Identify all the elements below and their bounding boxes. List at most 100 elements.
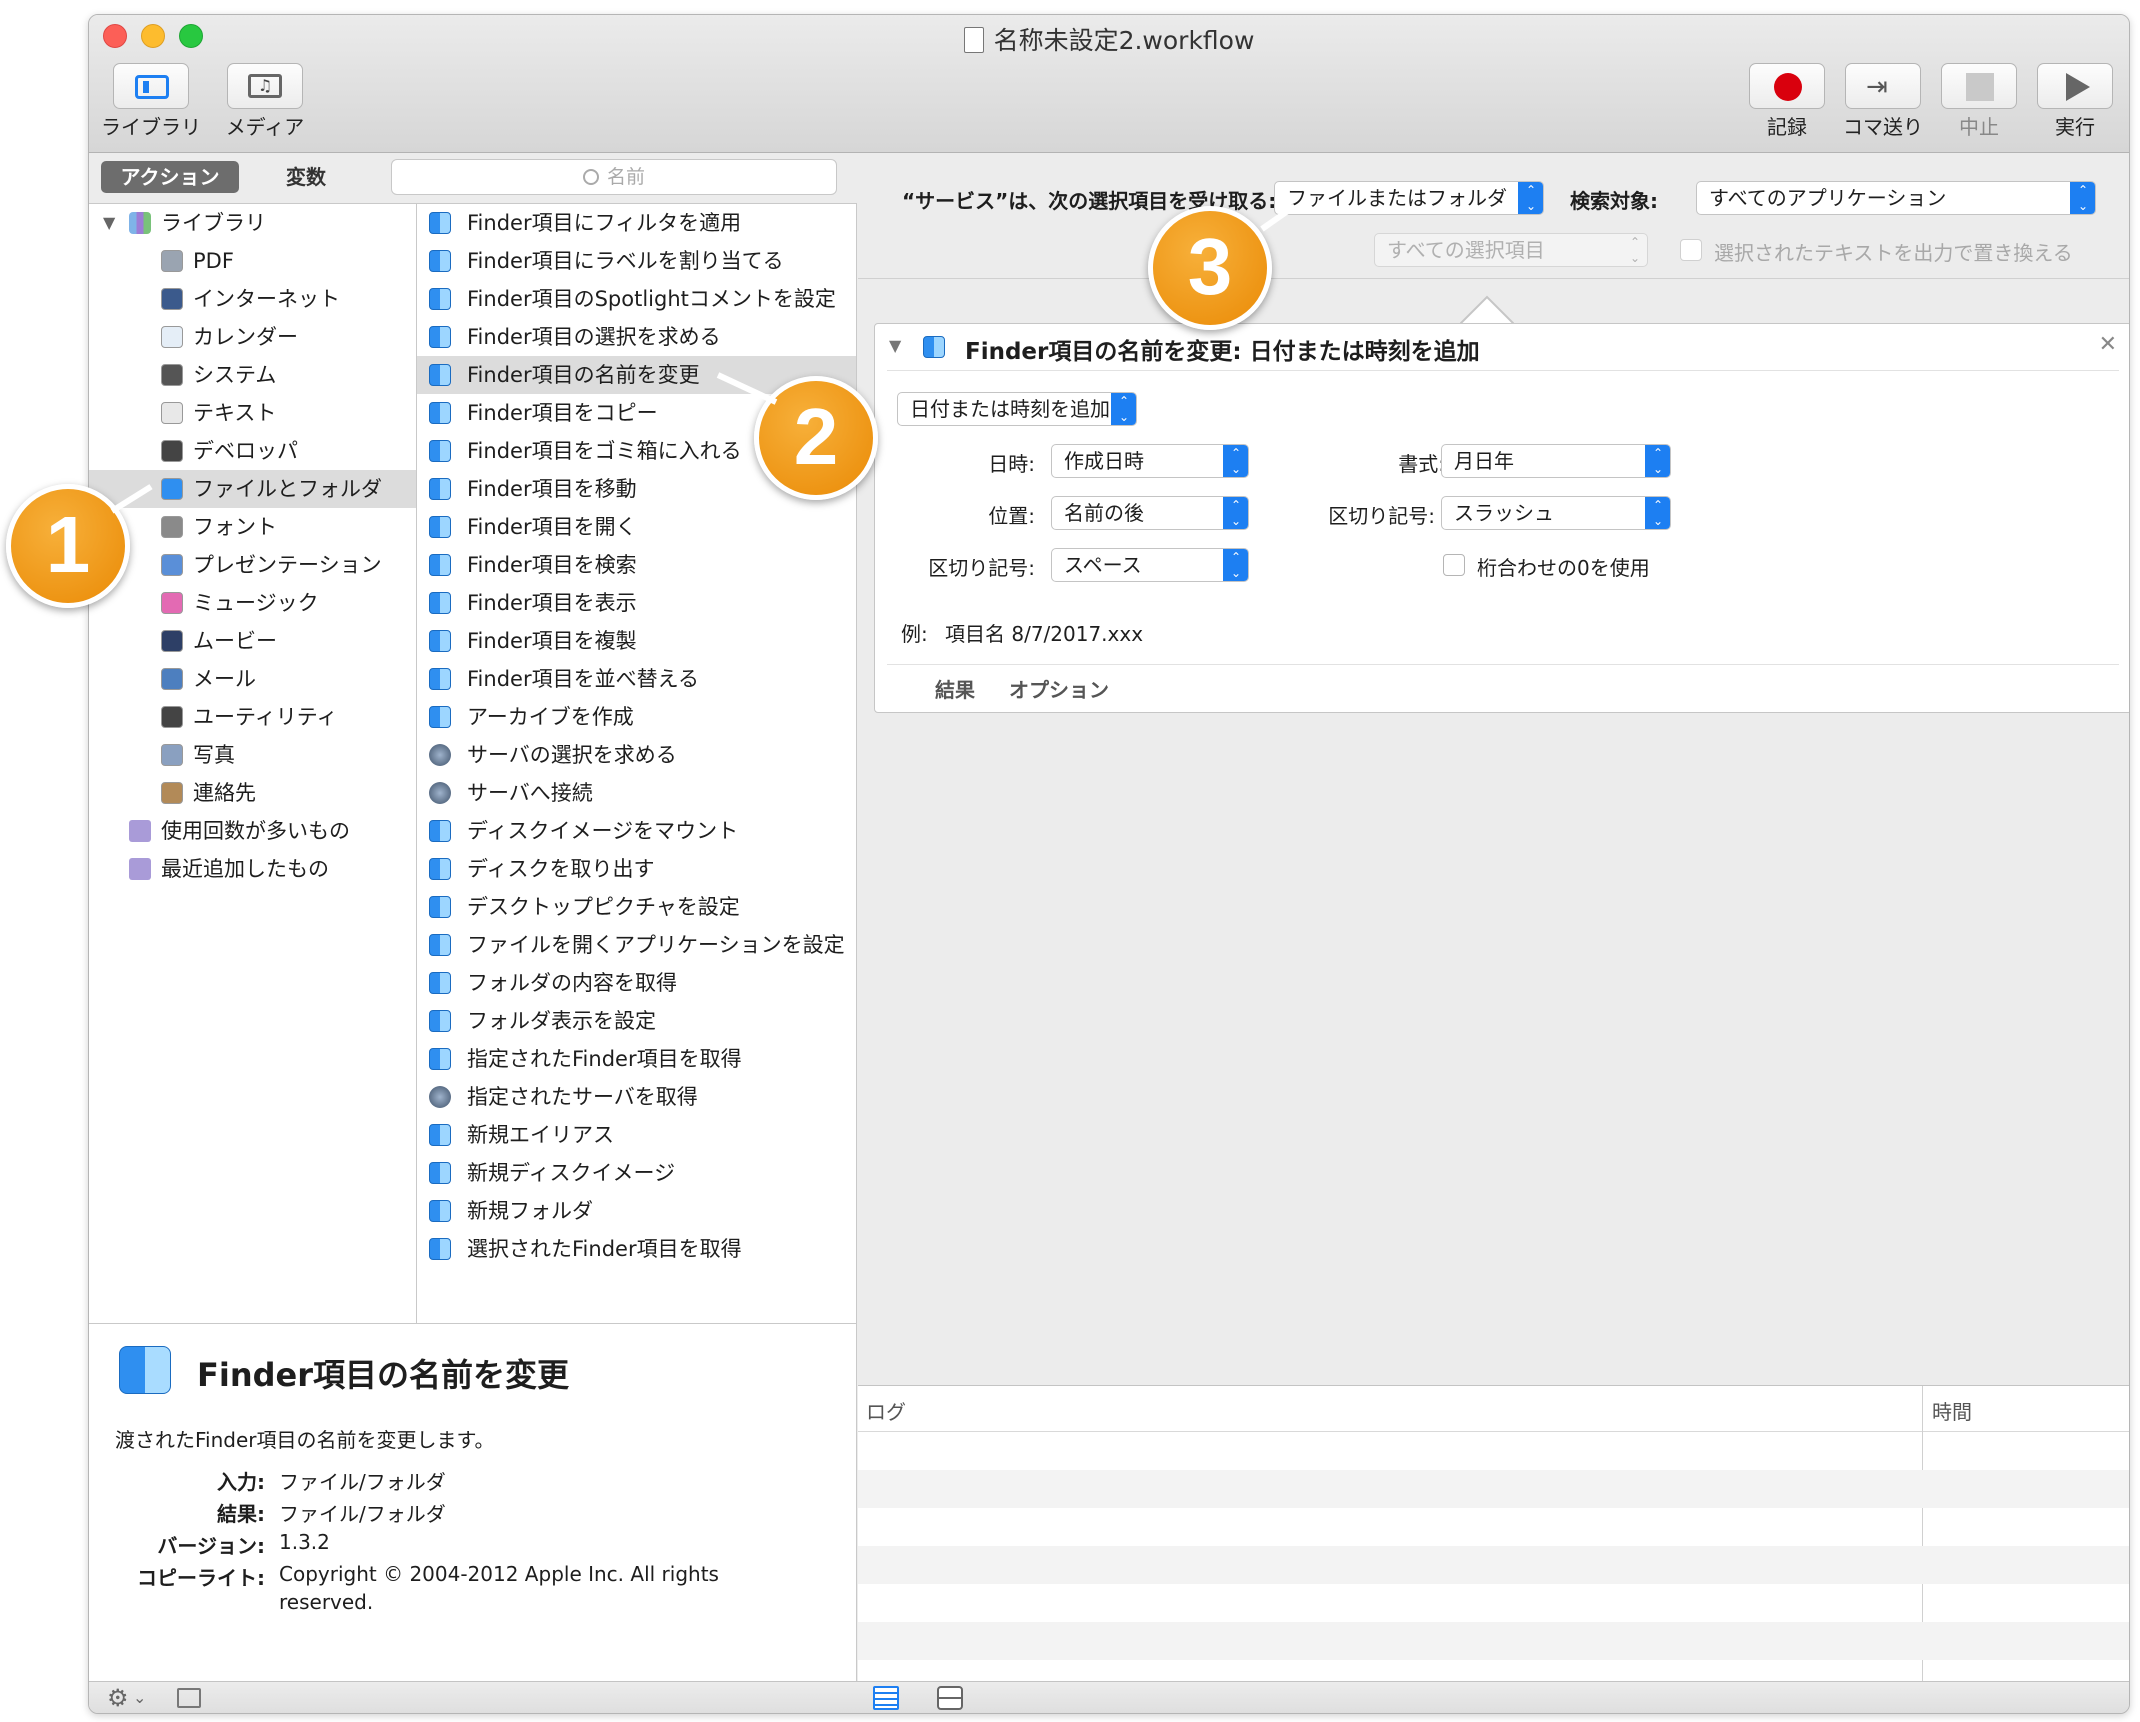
service-application-popup[interactable]: すべてのアプリケーション ⌃ ⌄: [1696, 181, 2096, 215]
library-item[interactable]: ミュージック: [89, 584, 416, 622]
disclosure-triangle-icon: ▼: [103, 213, 116, 232]
action-item[interactable]: フォルダの内容を取得: [417, 964, 856, 1002]
action-item[interactable]: ファイルを開くアプリケーションを設定: [417, 926, 856, 964]
action-item[interactable]: 指定されたサーバを取得: [417, 1078, 856, 1116]
action-item[interactable]: ディスクイメージをマウント: [417, 812, 856, 850]
service-input-popup[interactable]: ファイルまたはフォルダ ⌃ ⌄: [1274, 181, 1544, 215]
action-item[interactable]: 新規ディスクイメージ: [417, 1154, 856, 1192]
library-item[interactable]: フォント: [89, 508, 416, 546]
close-action-icon[interactable]: ✕: [2099, 332, 2117, 357]
position-popup[interactable]: 名前の後 ⌃ ⌄: [1051, 496, 1249, 530]
action-item[interactable]: フォルダ表示を設定: [417, 1002, 856, 1040]
flow-view-icon[interactable]: [937, 1686, 963, 1710]
action-item[interactable]: Finder項目を複製: [417, 622, 856, 660]
library-item[interactable]: PDF: [89, 242, 416, 280]
smart-folder-icon: [129, 858, 151, 880]
finder-icon: [429, 630, 451, 652]
service-input-value: ファイルまたはフォルダ: [1287, 186, 1507, 210]
action-item[interactable]: ディスクを取り出す: [417, 850, 856, 888]
tab-actions[interactable]: アクション: [101, 161, 239, 193]
library-item[interactable]: ムービー: [89, 622, 416, 660]
library-toggle-button[interactable]: [113, 63, 189, 109]
popup-stepper-icon: ⌃ ⌄: [1223, 549, 1248, 581]
date-label: 日時:: [988, 452, 1035, 476]
zero-pad-checkbox[interactable]: [1443, 554, 1465, 576]
movie-icon: [161, 630, 183, 652]
action-item[interactable]: 指定されたFinder項目を取得: [417, 1040, 856, 1078]
library-item[interactable]: システム: [89, 356, 416, 394]
separator-popup[interactable]: スラッシュ ⌃ ⌄: [1441, 496, 1671, 530]
log-column-header[interactable]: ログ: [866, 1396, 906, 1425]
library-item[interactable]: カレンダー: [89, 318, 416, 356]
action-item[interactable]: Finder項目の選択を求める: [417, 318, 856, 356]
selection-popup[interactable]: すべての選択項目 ⌃ ⌄: [1374, 233, 1648, 267]
library-item[interactable]: 写真: [89, 736, 416, 774]
presentation-icon: [161, 554, 183, 576]
contacts-icon: [161, 782, 183, 804]
action-item[interactable]: アーカイブを作成: [417, 698, 856, 736]
library-item-label: インターネット: [193, 287, 340, 311]
action-item[interactable]: Finder項目を並べ替える: [417, 660, 856, 698]
separator2-label: 区切り記号:: [928, 556, 1035, 580]
library-item[interactable]: ファイルとフォルダ: [89, 470, 416, 508]
format-popup[interactable]: 月日年 ⌃ ⌄: [1441, 444, 1671, 478]
action-item[interactable]: サーバの選択を求める: [417, 736, 856, 774]
action-item-label: Finder項目をゴミ箱に入れる: [467, 439, 742, 463]
action-item[interactable]: Finder項目にフィルタを適用: [417, 204, 856, 242]
finder-icon: [429, 516, 451, 538]
library-item-label: フォント: [193, 515, 277, 539]
smart-group-item[interactable]: 使用回数が多いもの: [89, 812, 416, 850]
step-button[interactable]: ⇥: [1845, 63, 1921, 109]
tab-results[interactable]: 結果: [935, 674, 975, 703]
action-item-label: Finder項目を開く: [467, 515, 637, 539]
media-button[interactable]: ♫: [227, 63, 303, 109]
action-item[interactable]: サーバへ接続: [417, 774, 856, 812]
rename-mode-popup[interactable]: 日付または時刻を追加 ⌃ ⌄: [897, 392, 1137, 426]
list-view-icon[interactable]: [873, 1686, 899, 1710]
finder-icon: [429, 668, 451, 690]
action-item[interactable]: Finder項目を検索: [417, 546, 856, 584]
library-item[interactable]: インターネット: [89, 280, 416, 318]
replace-text-checkbox[interactable]: [1680, 239, 1702, 261]
action-item[interactable]: Finder項目にラベルを割り当てる: [417, 242, 856, 280]
separator2-popup[interactable]: スペース ⌃ ⌄: [1051, 548, 1249, 582]
toggle-description-icon[interactable]: [177, 1688, 201, 1708]
search-field[interactable]: 名前: [391, 159, 837, 195]
action-item[interactable]: 新規フォルダ: [417, 1192, 856, 1230]
library-item[interactable]: デベロッパ: [89, 432, 416, 470]
smart-group-item[interactable]: 最近追加したもの: [89, 850, 416, 888]
library-item[interactable]: ユーティリティ: [89, 698, 416, 736]
smart-folder-icon: [129, 820, 151, 842]
action-item[interactable]: 選択されたFinder項目を取得: [417, 1230, 856, 1268]
library-item[interactable]: 連絡先: [89, 774, 416, 812]
action-item[interactable]: デスクトップピクチャを設定: [417, 888, 856, 926]
action-item[interactable]: Finder項目のSpotlightコメントを設定: [417, 280, 856, 318]
action-item[interactable]: 新規エイリアス: [417, 1116, 856, 1154]
actions-list[interactable]: Finder項目にフィルタを適用 Finder項目にラベルを割り当てる Finder…: [417, 203, 857, 1323]
date-popup[interactable]: 作成日時 ⌃ ⌄: [1051, 444, 1249, 478]
toolbar: 名称未設定2.workflow ライブラリ ♫ メディア 記録 ⇥ コマ送り 中…: [89, 15, 2129, 153]
finder-icon: [429, 250, 451, 272]
font-icon: [161, 516, 183, 538]
library-item[interactable]: メール: [89, 660, 416, 698]
result-value: ファイル/フォルダ: [279, 1502, 446, 1526]
replace-text-label: 選択されたテキストを出力で置き換える: [1714, 241, 2073, 265]
gear-icon[interactable]: ⚙: [107, 1684, 129, 1712]
action-item[interactable]: Finder項目を開く: [417, 508, 856, 546]
library-root-item[interactable]: ▼ ライブラリ: [89, 204, 416, 242]
run-button[interactable]: [2037, 63, 2113, 109]
library-item-label: 連絡先: [193, 781, 256, 805]
library-item[interactable]: プレゼンテーション: [89, 546, 416, 584]
stop-button[interactable]: [1941, 63, 2017, 109]
action-item[interactable]: Finder項目を表示: [417, 584, 856, 622]
record-button[interactable]: [1749, 63, 1825, 109]
collapse-triangle-icon[interactable]: ▼: [889, 336, 901, 355]
tab-options[interactable]: オプション: [1009, 674, 1109, 703]
library-item[interactable]: テキスト: [89, 394, 416, 432]
tab-variables[interactable]: 変数: [251, 161, 361, 193]
library-list[interactable]: ▼ ライブラリ PDF インターネットカレンダー システム テキスト デベロッパ ファイル…: [89, 203, 417, 1323]
chevron-down-icon[interactable]: ⌄: [133, 1688, 146, 1707]
time-column-header[interactable]: 時間: [1932, 1396, 1972, 1425]
example-value: 項目名 8/7/2017.xxx: [945, 622, 1144, 646]
callout-badge-1: 1: [6, 484, 130, 608]
